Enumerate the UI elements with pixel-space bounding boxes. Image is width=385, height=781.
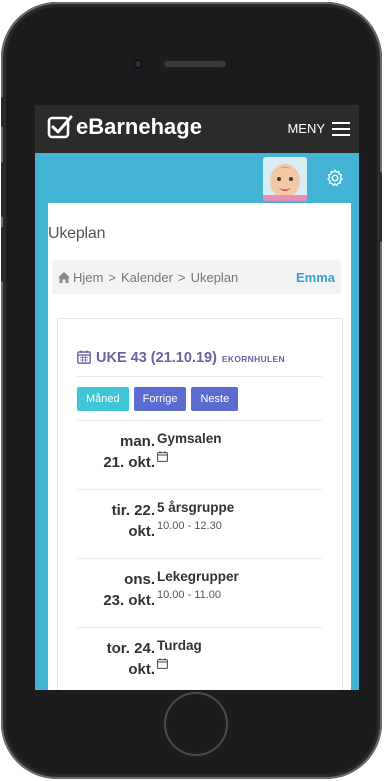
group-name: EKORNHULEN xyxy=(221,354,285,364)
date-label: 23. okt. xyxy=(103,592,155,609)
week-nav-buttons: Måned Forrige Neste xyxy=(77,387,243,411)
week-heading: UKE 43 (21.10.19) EKORNHULEN xyxy=(77,348,285,366)
date-label: 21. okt. xyxy=(103,454,155,471)
previous-week-button[interactable]: Forrige xyxy=(133,387,187,411)
day-date: tor. 24. okt. xyxy=(77,638,155,680)
day-row[interactable]: tor. 24. okt. Turdag xyxy=(77,628,322,690)
menu-button[interactable]: MENY xyxy=(287,121,350,136)
brand-logo[interactable]: eBarnehage xyxy=(47,114,202,140)
date-label: okt. xyxy=(128,661,155,678)
app-screen: eBarnehage MENY Ukeplan Hjem > Kalender … xyxy=(35,105,359,690)
home-icon xyxy=(58,272,70,283)
calendar-icon xyxy=(77,350,91,364)
day-row[interactable]: ons. 23. okt. Lekegrupper 10.00 - 11.00 xyxy=(77,559,322,628)
power-button xyxy=(378,172,382,242)
earpiece-speaker xyxy=(164,61,226,67)
brand-name: eBarnehage xyxy=(76,114,202,139)
hamburger-icon xyxy=(332,121,350,136)
volume-down-button xyxy=(1,227,5,282)
calendar-icon xyxy=(157,658,168,669)
day-label: tir. 22. xyxy=(111,502,155,519)
event-time: 10.00 - 12.30 xyxy=(157,520,222,532)
breadcrumb-home-link[interactable]: Hjem xyxy=(73,270,103,285)
event-title: 5 årsgruppe xyxy=(157,500,235,515)
divider xyxy=(77,376,322,377)
mute-switch xyxy=(1,97,5,127)
day-date: man. 21. okt. xyxy=(77,431,155,473)
event-title: Turdag xyxy=(157,638,202,653)
date-label: okt. xyxy=(128,523,155,540)
week-title: UKE 43 (21.10.19) xyxy=(96,350,217,366)
breadcrumb-path: Hjem > Kalender > Ukeplan xyxy=(58,270,238,285)
day-row[interactable]: man. 21. okt. Gymsalen xyxy=(77,421,322,490)
month-button[interactable]: Måned xyxy=(77,387,129,411)
day-label: ons. xyxy=(124,571,155,588)
breadcrumb-separator: > xyxy=(108,270,116,285)
content-panel: Ukeplan Hjem > Kalender > Ukeplan Emma U… xyxy=(48,203,351,690)
breadcrumb: Hjem > Kalender > Ukeplan Emma xyxy=(52,260,341,294)
day-date: tir. 22. okt. xyxy=(77,500,155,542)
volume-up-button xyxy=(1,162,5,217)
child-photo-icon xyxy=(263,157,307,201)
week-plan-card: UKE 43 (21.10.19) EKORNHULEN Måned Forri… xyxy=(57,318,343,690)
home-button[interactable] xyxy=(164,692,228,756)
event-title: Gymsalen xyxy=(157,431,222,446)
next-week-button[interactable]: Neste xyxy=(191,387,239,411)
settings-gear-icon[interactable] xyxy=(325,168,345,188)
breadcrumb-calendar-link[interactable]: Kalender xyxy=(121,270,173,285)
day-label: tor. 24. xyxy=(106,640,155,657)
checkbox-logo-icon xyxy=(47,115,73,139)
page-title: Ukeplan xyxy=(48,225,106,242)
day-date: ons. 23. okt. xyxy=(77,569,155,611)
event-time: 10.00 - 11.00 xyxy=(157,589,222,601)
menu-label: MENY xyxy=(287,121,325,136)
phone-frame: eBarnehage MENY Ukeplan Hjem > Kalender … xyxy=(1,2,382,779)
event-title: Lekegrupper xyxy=(157,569,239,584)
day-row[interactable]: tir. 22. okt. 5 årsgruppe 10.00 - 12.30 xyxy=(77,490,322,559)
calendar-icon xyxy=(157,451,168,462)
day-label: man. xyxy=(119,433,155,450)
child-avatar[interactable] xyxy=(263,157,307,201)
child-name-link[interactable]: Emma xyxy=(296,270,335,285)
front-camera xyxy=(133,59,143,69)
breadcrumb-separator: > xyxy=(177,270,186,285)
top-navbar: eBarnehage MENY xyxy=(35,105,359,153)
breadcrumb-current: Ukeplan xyxy=(190,270,239,285)
